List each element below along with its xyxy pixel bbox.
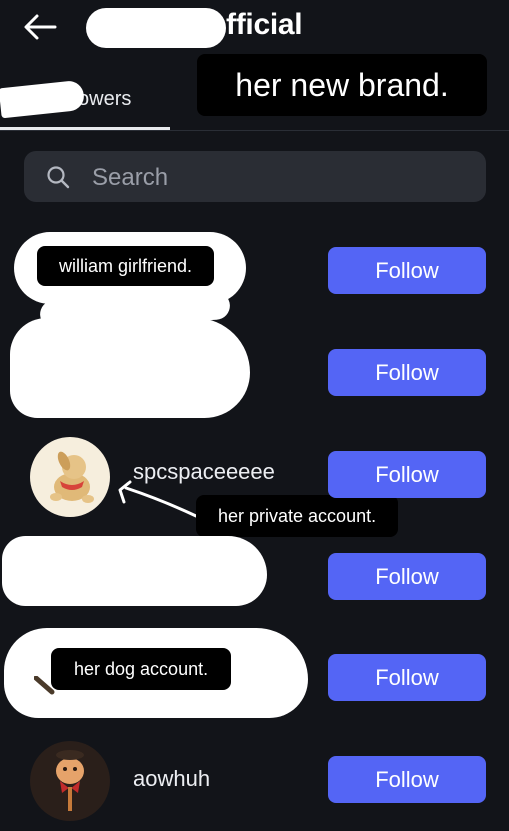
follow-button[interactable]: Follow xyxy=(328,451,486,498)
follow-button[interactable]: Follow xyxy=(328,349,486,396)
follow-button[interactable]: Follow xyxy=(328,756,486,803)
tab-followers-label: owers xyxy=(78,88,132,110)
dog-icon xyxy=(50,451,94,503)
follow-button[interactable]: Follow xyxy=(328,553,486,600)
follow-button-label: Follow xyxy=(375,664,439,690)
follow-button-label: Follow xyxy=(375,766,439,792)
follow-button-label: Follow xyxy=(375,359,439,385)
search-icon xyxy=(46,165,70,189)
search-input[interactable] xyxy=(90,151,464,204)
back-arrow-icon[interactable] xyxy=(22,12,58,42)
character-icon xyxy=(56,750,84,811)
follow-button[interactable]: Follow xyxy=(328,654,486,701)
follower-annotation: william girlfriend. xyxy=(37,246,215,286)
follow-button-label: Follow xyxy=(375,461,439,487)
follower-annotation-text: her private account. xyxy=(218,505,377,526)
follower-username[interactable]: aowhuh xyxy=(133,766,210,792)
annotation-arrow xyxy=(112,478,202,520)
redaction-scribble xyxy=(10,318,250,418)
follower-annotation-text: william girlfriend. xyxy=(59,255,193,276)
tabs-divider xyxy=(0,130,509,131)
follow-button-label: Follow xyxy=(375,257,439,283)
redaction-scribble xyxy=(2,536,267,606)
search-bar[interactable] xyxy=(24,151,486,204)
redaction-scribble xyxy=(86,8,226,48)
brand-annotation: her new brand. xyxy=(197,54,487,116)
brand-annotation-text: her new brand. xyxy=(235,66,449,103)
follower-annotation: her private account. xyxy=(196,495,399,537)
follower-annotation: her dog account. xyxy=(51,648,232,690)
avatar[interactable] xyxy=(30,741,110,821)
follower-annotation-text: her dog account. xyxy=(74,658,209,679)
follow-button-label: Follow xyxy=(375,563,439,589)
avatar[interactable] xyxy=(30,437,110,517)
follow-button[interactable]: Follow xyxy=(328,247,486,294)
